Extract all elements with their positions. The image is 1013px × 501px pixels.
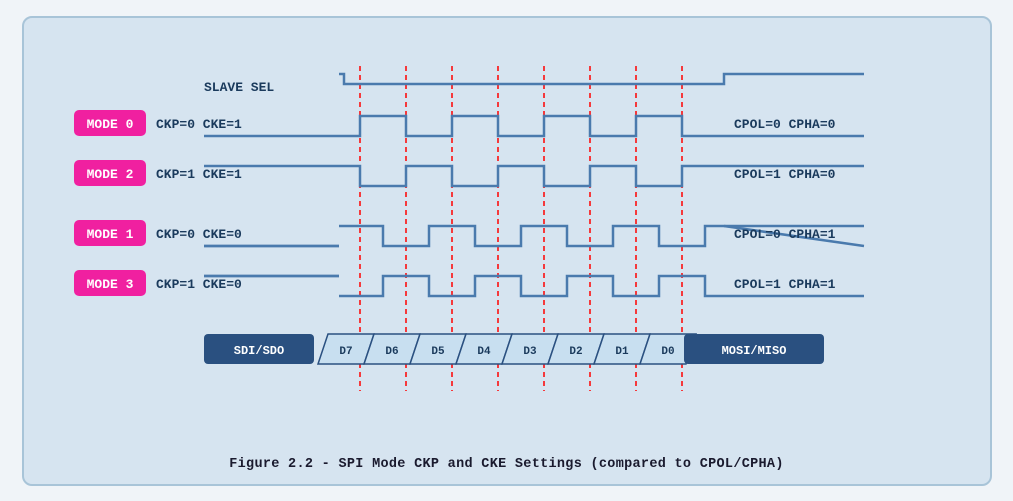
svg-text:CPOL=1 CPHA=1: CPOL=1 CPHA=1 — [734, 277, 836, 292]
slave-sel-label: SLAVE SEL — [204, 80, 274, 95]
svg-text:D4: D4 — [477, 346, 491, 358]
svg-text:D3: D3 — [523, 346, 537, 358]
svg-text:CPOL=0 CPHA=0: CPOL=0 CPHA=0 — [734, 117, 836, 132]
diagram-area: .mono { font-family: 'Courier New', mono… — [44, 36, 970, 447]
svg-text:CKP=0 CKE=0: CKP=0 CKE=0 — [156, 227, 242, 242]
svg-text:CKP=1 CKE=0: CKP=1 CKE=0 — [156, 277, 242, 292]
svg-text:D1: D1 — [615, 346, 629, 358]
svg-text:MOSI/MISO: MOSI/MISO — [721, 344, 786, 358]
outer-container: .mono { font-family: 'Courier New', mono… — [22, 16, 992, 486]
svg-text:D5: D5 — [431, 346, 445, 358]
svg-text:MODE 0: MODE 0 — [86, 117, 133, 132]
figure-caption: Figure 2.2 - SPI Mode CKP and CKE Settin… — [44, 457, 970, 472]
svg-text:D2: D2 — [569, 346, 582, 358]
svg-text:MODE 3: MODE 3 — [86, 277, 133, 292]
svg-text:MODE 2: MODE 2 — [86, 167, 133, 182]
svg-text:CPOL=0 CPHA=1: CPOL=0 CPHA=1 — [734, 227, 836, 242]
svg-container: .mono { font-family: 'Courier New', mono… — [44, 36, 970, 447]
svg-text:MODE 1: MODE 1 — [86, 227, 133, 242]
svg-text:SDI/SDO: SDI/SDO — [233, 344, 283, 358]
svg-text:CKP=1 CKE=1: CKP=1 CKE=1 — [156, 167, 242, 182]
svg-text:D7: D7 — [339, 346, 352, 358]
svg-text:CKP=0 CKE=1: CKP=0 CKE=1 — [156, 117, 242, 132]
svg-text:D0: D0 — [661, 346, 674, 358]
svg-text:CPOL=1 CPHA=0: CPOL=1 CPHA=0 — [734, 167, 836, 182]
svg-text:D6: D6 — [385, 346, 398, 358]
